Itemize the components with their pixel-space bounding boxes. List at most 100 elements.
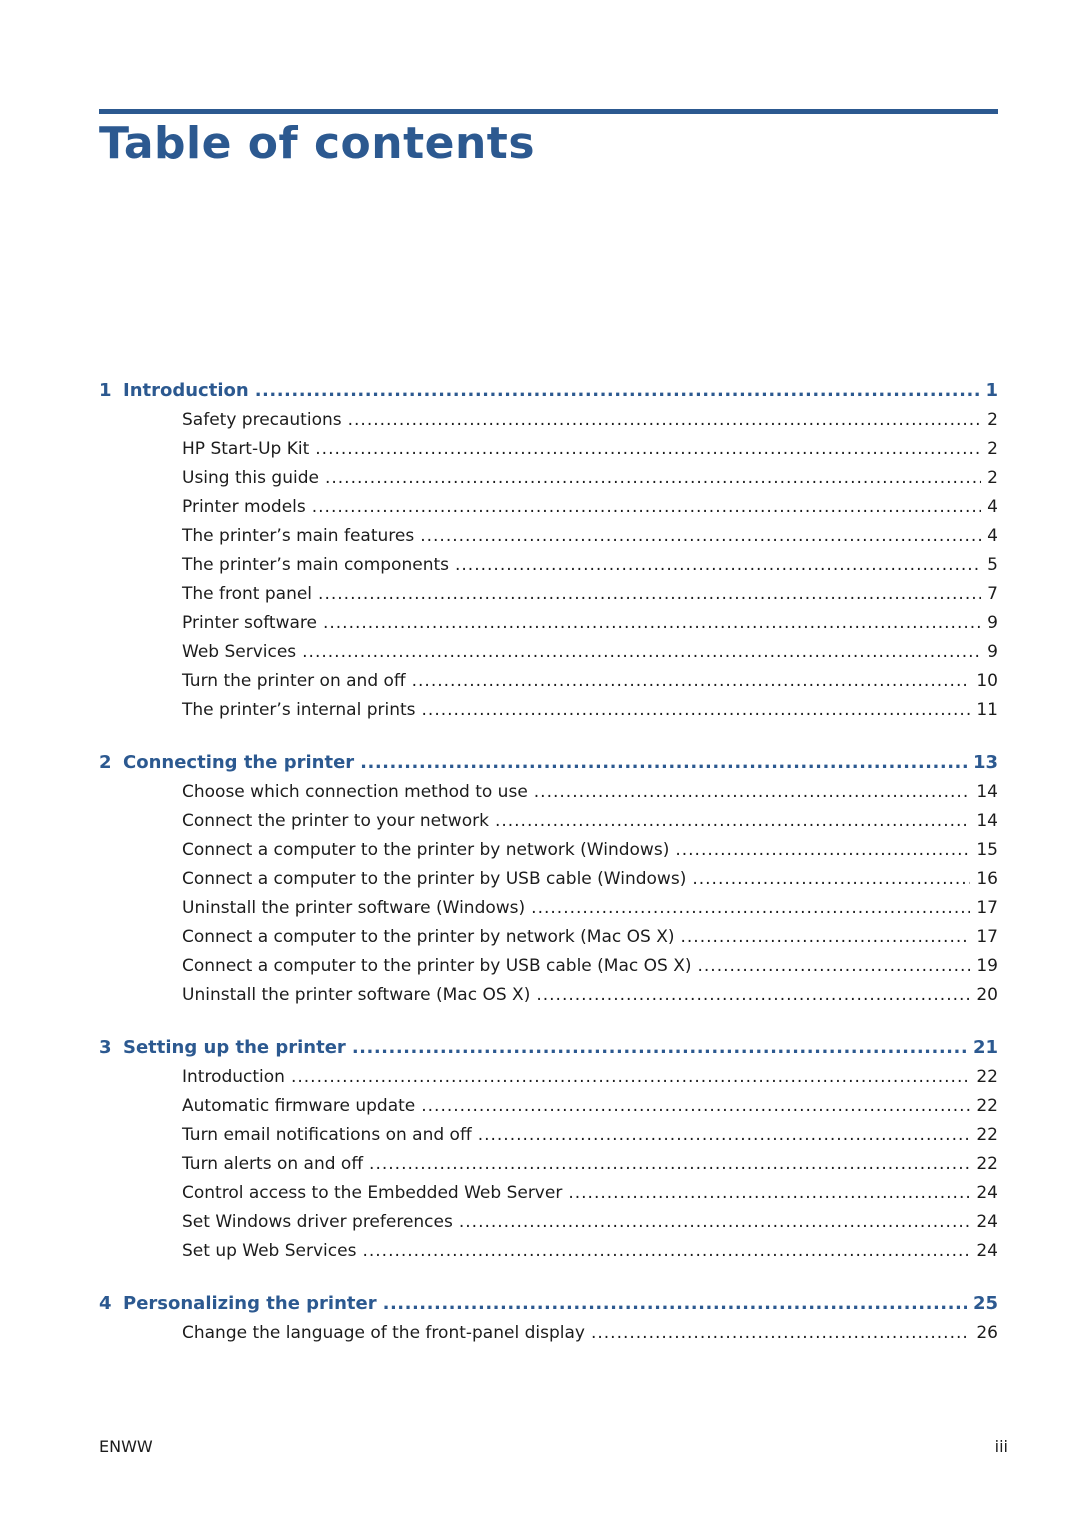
dot-leader bbox=[420, 522, 981, 551]
chapter-number: 3 bbox=[99, 1037, 112, 1058]
toc-section-entry[interactable]: Automatic firmware update 22 bbox=[99, 1092, 998, 1121]
toc-section-entry[interactable]: Printer models 4 bbox=[99, 493, 998, 522]
section-title: Connect a computer to the printer by net… bbox=[182, 927, 675, 947]
section-title: Uninstall the printer software (Windows) bbox=[182, 898, 526, 918]
toc-section-entry[interactable]: HP Start-Up Kit 2 bbox=[99, 435, 998, 464]
title-rule bbox=[99, 109, 998, 114]
toc-section-entry[interactable]: Control access to the Embedded Web Serve… bbox=[99, 1179, 998, 1208]
dot-leader bbox=[698, 952, 971, 981]
section-title: The printer’s main features bbox=[182, 526, 415, 546]
dot-leader bbox=[255, 375, 980, 406]
dot-leader bbox=[412, 667, 971, 696]
section-page: 24 bbox=[976, 1183, 998, 1203]
dot-leader bbox=[536, 981, 970, 1010]
section-page: 10 bbox=[976, 671, 998, 691]
page-title: Table of contents bbox=[99, 118, 536, 169]
toc-section-entry[interactable]: The printer’s main features 4 bbox=[99, 522, 998, 551]
section-page: 17 bbox=[976, 898, 998, 918]
dot-leader bbox=[383, 1288, 967, 1319]
section-title: Uninstall the printer software (Mac OS X… bbox=[182, 985, 531, 1005]
section-page: 24 bbox=[976, 1212, 998, 1232]
section-page: 24 bbox=[976, 1241, 998, 1261]
toc-chapter: 1Introduction1Safety precautions2HP Star… bbox=[99, 375, 998, 725]
toc-chapter-entry[interactable]: 4 Personalizing the printer 25 bbox=[99, 1288, 998, 1319]
toc-section-entry[interactable]: Web Services 9 bbox=[99, 638, 998, 667]
dot-leader bbox=[323, 609, 981, 638]
section-title: The front panel bbox=[182, 584, 313, 604]
section-page: 17 bbox=[976, 927, 998, 947]
dot-leader bbox=[591, 1319, 970, 1348]
section-title: Safety precautions bbox=[182, 410, 342, 430]
section-page: 15 bbox=[976, 840, 998, 860]
section-page: 14 bbox=[976, 782, 998, 802]
chapter-page: 13 bbox=[972, 752, 998, 773]
toc-section-entry[interactable]: Safety precautions 2 bbox=[99, 406, 998, 435]
toc-section-entry[interactable]: Turn the printer on and off 10 bbox=[99, 667, 998, 696]
toc-section-entry[interactable]: Uninstall the printer software (Mac OS X… bbox=[99, 981, 998, 1010]
dot-leader bbox=[534, 778, 971, 807]
toc-section-entry[interactable]: Printer software 9 bbox=[99, 609, 998, 638]
chapter-number: 2 bbox=[99, 752, 112, 773]
section-title: The printer’s main components bbox=[182, 555, 449, 575]
toc-chapter: 3Setting up the printer21Introduction22A… bbox=[99, 1032, 998, 1266]
section-page: 22 bbox=[976, 1125, 998, 1145]
section-page: 7 bbox=[987, 584, 998, 604]
dot-leader bbox=[568, 1179, 970, 1208]
section-page: 2 bbox=[987, 410, 998, 430]
dot-leader bbox=[318, 580, 981, 609]
toc-section-entry[interactable]: Introduction 22 bbox=[99, 1063, 998, 1092]
section-page: 26 bbox=[976, 1323, 998, 1343]
toc-section-entry[interactable]: Connect a computer to the printer by USB… bbox=[99, 865, 998, 894]
toc-section-entry[interactable]: Set Windows driver preferences 24 bbox=[99, 1208, 998, 1237]
toc-chapter: 4 Personalizing the printer 25 Change the l… bbox=[99, 1288, 998, 1348]
dot-leader bbox=[369, 1150, 970, 1179]
dot-leader bbox=[692, 865, 970, 894]
section-page: 19 bbox=[976, 956, 998, 976]
section-title: Web Services bbox=[182, 642, 297, 662]
section-page: 2 bbox=[987, 439, 998, 459]
section-page: 2 bbox=[987, 468, 998, 488]
chapter-page: 21 bbox=[972, 1037, 998, 1058]
toc-section-entry[interactable]: Connect a computer to the printer by net… bbox=[99, 836, 998, 865]
dot-leader bbox=[459, 1208, 971, 1237]
section-title: Automatic firmware update bbox=[182, 1096, 416, 1116]
toc-section-entry[interactable]: Connect a computer to the printer by net… bbox=[99, 923, 998, 952]
section-title: Set up Web Services bbox=[182, 1241, 357, 1261]
section-title: Choose which connection method to use bbox=[182, 782, 528, 802]
chapter-page: 1 bbox=[985, 380, 998, 401]
section-page: 4 bbox=[987, 526, 998, 546]
dot-leader bbox=[325, 464, 981, 493]
section-page: 11 bbox=[976, 700, 998, 720]
toc-section-entry[interactable]: Uninstall the printer software (Windows)… bbox=[99, 894, 998, 923]
section-title: The printer’s internal prints bbox=[182, 700, 416, 720]
section-title: Change the language of the front-panel d… bbox=[182, 1323, 585, 1343]
toc-chapter-entry[interactable]: 2 Connecting the printer 13 bbox=[99, 747, 998, 778]
toc-section-entry[interactable]: The printer’s main components 5 bbox=[99, 551, 998, 580]
section-title: Turn the printer on and off bbox=[182, 671, 406, 691]
dot-leader bbox=[421, 1092, 970, 1121]
toc-section-entry[interactable]: Set up Web Services 24 bbox=[99, 1237, 998, 1266]
toc-section-entry[interactable]: Turn alerts on and off 22 bbox=[99, 1150, 998, 1179]
toc-section-entry[interactable]: Using this guide 2 bbox=[99, 464, 998, 493]
dot-leader bbox=[360, 747, 967, 778]
toc-section-entry[interactable]: Change the language of the front-panel d… bbox=[99, 1319, 998, 1348]
chapter-title: Setting up the printer bbox=[123, 1037, 346, 1058]
toc-chapter-entry[interactable]: 1 Introduction 1 bbox=[99, 375, 998, 406]
toc-chapter: 2 Connecting the printer 13 Choose which co… bbox=[99, 747, 998, 1010]
chapter-title: Personalizing the printer bbox=[123, 1293, 377, 1314]
section-title: Printer software bbox=[182, 613, 317, 633]
toc-section-entry[interactable]: Connect the printer to your network 14 bbox=[99, 807, 998, 836]
toc-section-entry[interactable]: Connect a computer to the printer by USB… bbox=[99, 952, 998, 981]
toc-section-entry[interactable]: Turn email notifications on and off 22 bbox=[99, 1121, 998, 1150]
section-title: Printer models bbox=[182, 497, 306, 517]
dot-leader bbox=[531, 894, 970, 923]
dot-leader bbox=[495, 807, 970, 836]
section-title: Connect the printer to your network bbox=[182, 811, 489, 831]
dot-leader bbox=[422, 696, 971, 725]
chapter-title: Introduction bbox=[123, 380, 249, 401]
toc-section-entry[interactable]: The front panel 7 bbox=[99, 580, 998, 609]
toc-section-entry[interactable]: The printer’s internal prints 11 bbox=[99, 696, 998, 725]
toc-chapter-entry[interactable]: 3 Setting up the printer 21 bbox=[99, 1032, 998, 1063]
section-page: 14 bbox=[976, 811, 998, 831]
toc-section-entry[interactable]: Choose which connection method to use 14 bbox=[99, 778, 998, 807]
